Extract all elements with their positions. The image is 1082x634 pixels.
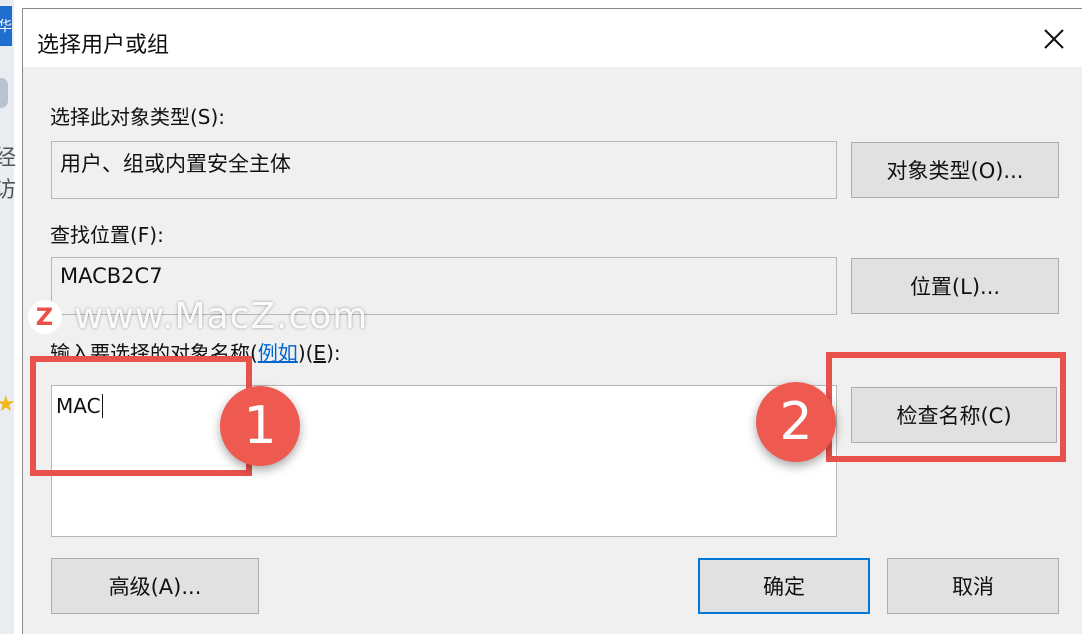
object-types-button[interactable]: 对象类型(O)...	[851, 142, 1059, 198]
examples-link[interactable]: 例如	[258, 341, 298, 365]
enter-names-suffix: )(	[297, 341, 314, 365]
object-type-field: 用户、组或内置安全主体	[51, 141, 837, 199]
highlight-box-input	[30, 356, 252, 476]
star-icon: ★	[0, 392, 16, 417]
ok-button[interactable]: 确定	[698, 558, 870, 614]
watermark-text: www.MacZ.com	[74, 296, 369, 337]
background-tab-char: 华	[0, 19, 12, 35]
dialog-title: 选择用户或组	[37, 33, 170, 58]
step-2-badge: 2	[756, 382, 836, 462]
close-icon	[1044, 29, 1064, 49]
background-shape	[0, 78, 8, 108]
highlight-box-check-names	[826, 352, 1066, 462]
advanced-button[interactable]: 高级(A)...	[51, 558, 259, 614]
background-char-2: 访	[0, 178, 17, 203]
location-label: 查找位置(F):	[50, 223, 164, 247]
step-1-badge: 1	[220, 386, 300, 466]
locations-button[interactable]: 位置(L)...	[851, 258, 1059, 314]
background-char-1: 经	[0, 146, 17, 171]
enter-names-colon: ):	[326, 341, 341, 365]
enter-names-accesskey: E	[313, 341, 327, 365]
titlebar: 选择用户或组	[23, 9, 1082, 67]
watermark-logo-icon: Z	[28, 299, 62, 334]
watermark: Z www.MacZ.com	[28, 296, 368, 337]
object-type-label: 选择此对象类型(S):	[50, 105, 226, 129]
background-tab: 华	[0, 6, 12, 46]
cancel-button[interactable]: 取消	[887, 558, 1059, 614]
close-button[interactable]	[1036, 23, 1072, 55]
background-window: 华 经 访 ★	[0, 0, 17, 634]
